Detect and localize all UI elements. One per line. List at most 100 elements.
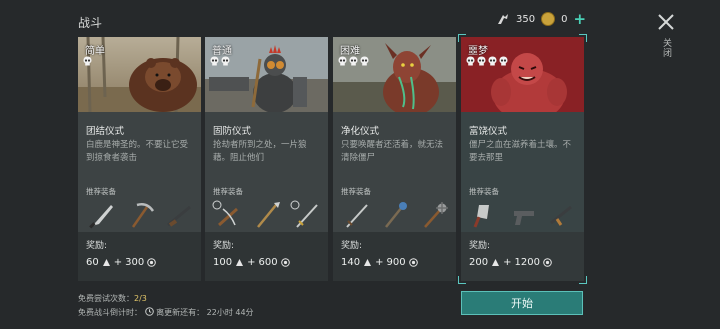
equipment-row <box>467 199 579 231</box>
mission-description: 白鹿是神圣的。不要让它受到掠食者袭击 <box>86 140 189 163</box>
reward-label: 奖励: <box>213 241 235 251</box>
renew-label: 离更新还有： <box>156 308 205 317</box>
equipment-row <box>84 199 196 231</box>
mission-name: 净化仪式 <box>341 126 380 137</box>
xp-icon <box>102 259 110 266</box>
reward-plus: + <box>503 257 512 268</box>
reward-values: 100 + 600 <box>213 257 290 268</box>
skull-icon <box>488 56 497 66</box>
crossbow-icon <box>212 200 238 227</box>
sword-icon <box>346 204 368 228</box>
equipment-row <box>211 199 323 231</box>
skull-rating <box>338 56 369 66</box>
token-icon <box>408 258 418 267</box>
reward-label: 奖励: <box>341 241 363 251</box>
reward-values: 140 + 900 <box>341 257 418 268</box>
renew-time: 22小时 44分 <box>206 308 254 317</box>
clock-icon <box>144 307 154 316</box>
mission-name: 固防仪式 <box>213 126 252 137</box>
energy-value: 350 <box>516 13 536 25</box>
selection-corner <box>579 276 587 284</box>
reward-label: 奖励: <box>469 241 491 251</box>
coins-value: 0 <box>561 13 568 25</box>
reward-tokens: 900 <box>386 257 406 268</box>
screen-title: 战斗 <box>78 16 103 30</box>
cleaver-icon <box>473 205 489 228</box>
reward-values: 200 + 1200 <box>469 257 552 268</box>
energy-icon <box>498 14 508 24</box>
mission-description: 抢劫者所到之处，一片狼藉。阻止他们 <box>213 140 307 163</box>
start-button[interactable]: 开始 <box>461 291 583 315</box>
mission-card-nightmare[interactable]: 噩梦 富饶仪式 僵尸之血在滋养着土壤。不要去那里 推荐装备 奖励: 200 + … <box>458 34 587 284</box>
mission-card-easy[interactable]: 简单 团结仪式 白鹿是神圣的。不要让它受到掠食者袭击 推荐装备 奖励: 60 +… <box>78 37 201 281</box>
mission-description: 僵尸之血在滋养着土壤。不要去那里 <box>469 140 572 163</box>
reward-tokens: 600 <box>258 257 278 268</box>
skull-icon <box>360 56 369 66</box>
reward-values: 60 + 300 <box>86 257 157 268</box>
skull-icon <box>210 56 219 66</box>
mission-card-hard[interactable]: 困难 净化仪式 只要唤醒者还活着，就无法清除僵尸 推荐装备 奖励: 140 + … <box>333 37 456 281</box>
skull-icon <box>499 56 508 66</box>
reward-xp: 140 <box>341 257 361 268</box>
recommended-equipment-label: 推荐装备 <box>341 187 371 196</box>
mission-card-normal[interactable]: 普通 固防仪式 抢劫者所到之处，一片狼藉。阻止他们 推荐装备 奖励: 100 +… <box>205 37 328 281</box>
reward-section: 奖励: 140 + 900 <box>333 232 456 281</box>
recommended-equipment-label: 推荐装备 <box>213 187 243 196</box>
add-currency-button[interactable]: + <box>573 12 586 27</box>
equipment-row <box>339 199 451 231</box>
staff-icon <box>385 202 407 228</box>
xp-icon <box>364 259 372 266</box>
reward-section: 奖励: 100 + 600 <box>205 232 328 281</box>
reward-tokens: 1200 <box>514 257 540 268</box>
reward-tokens: 300 <box>125 257 145 268</box>
xp-icon <box>492 259 500 266</box>
close-icon[interactable] <box>656 12 676 32</box>
reward-label: 奖励: <box>86 241 108 251</box>
reward-xp: 200 <box>469 257 489 268</box>
sword-icon <box>290 200 318 228</box>
reward-section: 奖励: 200 + 1200 <box>461 232 584 281</box>
free-attempts-label: 免费尝试次数： <box>78 294 134 303</box>
selection-corner <box>458 34 466 42</box>
difficulty-label: 普通 <box>212 46 232 57</box>
skull-rating <box>466 56 508 66</box>
xp-icon <box>236 259 244 266</box>
recommended-equipment-label: 推荐装备 <box>86 187 116 196</box>
skull-rating <box>210 56 230 66</box>
token-icon <box>543 258 552 267</box>
reward-xp: 100 <box>213 257 233 268</box>
countdown-label: 免费战斗倒计时： <box>78 308 142 317</box>
skull-rating <box>83 56 92 66</box>
difficulty-label: 简单 <box>85 46 105 57</box>
coin-icon <box>541 12 556 26</box>
free-battle-info: 免费尝试次数：2/3 免费战斗倒计时： 离更新还有： 22小时 44分 <box>78 292 254 320</box>
reward-plus: + <box>375 257 384 268</box>
skull-icon <box>466 56 475 66</box>
difficulty-label: 噩梦 <box>468 46 488 57</box>
selection-corner <box>458 276 466 284</box>
reward-plus: + <box>247 257 256 268</box>
pickaxe-icon <box>131 203 155 228</box>
mission-description: 只要唤醒者还活着，就无法清除僵尸 <box>341 140 444 163</box>
free-attempts-value: 2/3 <box>134 294 147 303</box>
token-icon <box>147 258 157 267</box>
skull-icon <box>338 56 347 66</box>
close-label[interactable]: 关闭 <box>660 38 673 58</box>
mace-icon <box>424 202 448 228</box>
rifle-icon <box>167 205 191 227</box>
difficulty-label: 困难 <box>340 46 360 57</box>
mission-name: 团结仪式 <box>86 126 125 137</box>
token-icon <box>280 258 290 267</box>
pistol-icon <box>514 211 534 225</box>
recommended-equipment-label: 推荐装备 <box>469 187 499 196</box>
machete-icon <box>89 205 113 229</box>
mission-name: 富饶仪式 <box>469 126 508 137</box>
skull-icon <box>83 56 92 66</box>
smg-icon <box>550 205 572 226</box>
reward-xp: 60 <box>86 257 99 268</box>
skull-icon <box>477 56 486 66</box>
reward-plus: + <box>113 257 123 268</box>
reward-section: 奖励: 60 + 300 <box>78 232 201 281</box>
skull-icon <box>221 56 230 66</box>
currency-bar: 350 0 + <box>496 12 586 27</box>
